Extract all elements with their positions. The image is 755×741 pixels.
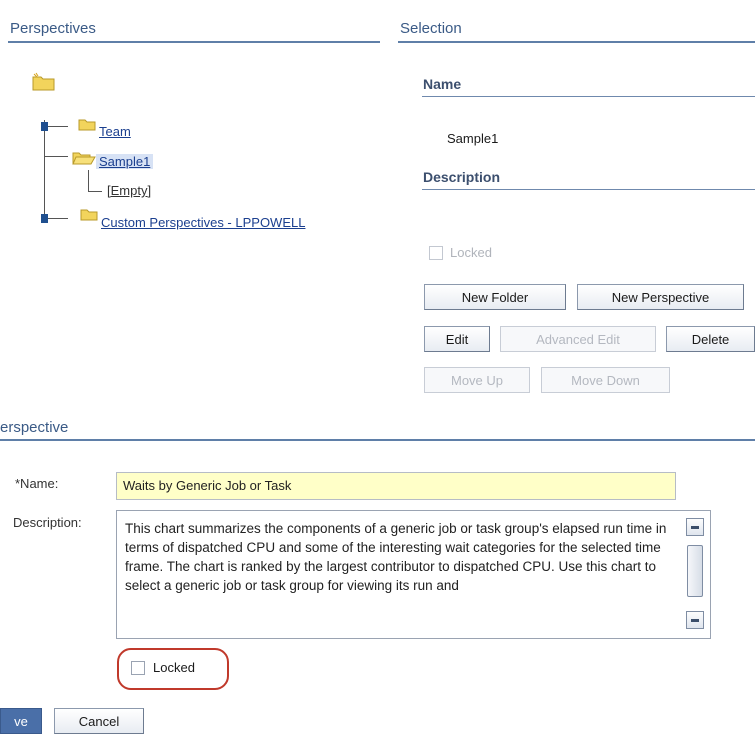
name-heading-rule xyxy=(422,96,755,97)
move-down-button[interactable]: Move Down xyxy=(541,367,670,393)
name-input[interactable]: Waits by Generic Job or Task xyxy=(116,472,676,500)
description-heading-rule xyxy=(422,189,755,190)
perspectives-title: Perspectives xyxy=(10,20,96,37)
description-label: Description: xyxy=(13,515,82,530)
scroll-down-icon[interactable] xyxy=(686,611,704,629)
new-perspective-button[interactable]: New Perspective xyxy=(577,284,744,310)
scroll-up-icon[interactable] xyxy=(686,518,704,536)
selection-divider xyxy=(398,41,755,43)
selection-name-heading: Name xyxy=(423,76,462,92)
expand-team-icon[interactable] xyxy=(41,122,48,131)
cancel-button[interactable]: Cancel xyxy=(54,708,144,734)
move-up-button[interactable]: Move Up xyxy=(424,367,530,393)
tree-line xyxy=(44,120,45,218)
tree-line xyxy=(88,191,102,192)
description-text: This chart summarizes the components of … xyxy=(125,521,667,593)
perspective-title: erspective xyxy=(0,419,69,436)
tree-item-sample1[interactable]: Sample1 xyxy=(96,154,154,169)
name-label: *Name: xyxy=(15,476,59,491)
tree-line xyxy=(44,156,68,157)
delete-button[interactable]: Delete xyxy=(666,326,755,352)
root-folder-icon[interactable] xyxy=(32,72,56,92)
description-textarea[interactable]: This chart summarizes the components of … xyxy=(116,510,711,639)
perspective-locked-label: Locked xyxy=(153,660,195,675)
selection-name-value: Sample1 xyxy=(447,131,499,146)
tree-item-custom-perspectives[interactable]: Custom Perspectives - LPPOWELL xyxy=(101,215,305,230)
perspective-divider xyxy=(0,439,755,441)
folder-icon xyxy=(80,209,98,221)
tree-item-empty[interactable]: [Empty] xyxy=(107,183,151,198)
folder-icon xyxy=(78,119,96,131)
tree-line xyxy=(88,170,89,192)
new-folder-button[interactable]: New Folder xyxy=(424,284,566,310)
selection-locked-checkbox xyxy=(429,246,443,260)
selection-title: Selection xyxy=(400,20,462,37)
perspectives-divider xyxy=(8,41,380,43)
tree-item-team[interactable]: Team xyxy=(99,124,131,139)
scrollbar-thumb[interactable] xyxy=(687,545,703,597)
perspective-locked-checkbox[interactable] xyxy=(131,661,145,675)
expand-custom-icon[interactable] xyxy=(41,214,48,223)
open-folder-icon xyxy=(72,152,96,165)
selection-locked-label: Locked xyxy=(450,245,492,260)
advanced-edit-button[interactable]: Advanced Edit xyxy=(500,326,656,352)
selection-description-heading: Description xyxy=(423,169,501,185)
save-button[interactable]: ve xyxy=(0,708,42,734)
edit-button[interactable]: Edit xyxy=(424,326,490,352)
